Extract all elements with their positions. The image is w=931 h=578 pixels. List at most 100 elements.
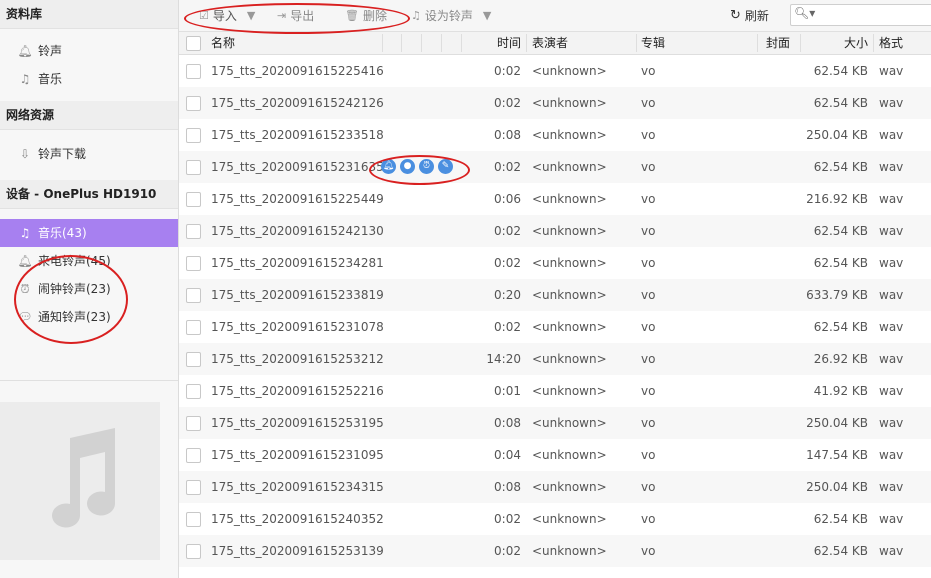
cell-format: wav xyxy=(879,352,904,366)
row-checkbox[interactable] xyxy=(186,128,201,143)
cell-album: vo xyxy=(641,512,656,526)
table-row[interactable]: 175_tts_2020091615231078 0:02 <unknown> vo 6… xyxy=(179,311,931,343)
sidebar-item-music[interactable]: ♫ 音乐 xyxy=(0,65,178,93)
cell-name: 175_tts_2020091615240352 xyxy=(211,512,384,526)
cell-time: 0:08 xyxy=(494,416,521,430)
set-ringtone-button[interactable]: ♫ 设为铃声 ▼ xyxy=(411,8,491,24)
row-checkbox[interactable] xyxy=(186,224,201,239)
cell-format: wav xyxy=(879,320,904,334)
cell-format: wav xyxy=(879,448,904,462)
row-checkbox[interactable] xyxy=(186,512,201,527)
row-checkbox[interactable] xyxy=(186,384,201,399)
table-row[interactable]: 175_tts_2020091615233819 0:20 <unknown> vo 6… xyxy=(179,279,931,311)
cell-time: 0:02 xyxy=(494,320,521,334)
cell-artist: <unknown> xyxy=(532,320,607,334)
sidebar-item-label: 通知铃声(23) xyxy=(38,310,111,324)
table-row[interactable]: 175_tts_2020091615240352 0:02 <unknown> vo 6… xyxy=(179,503,931,535)
column-header-size[interactable]: 大小 xyxy=(799,32,868,54)
table-row[interactable]: 175_tts_2020091615233518 0:08 <unknown> vo 2… xyxy=(179,119,931,151)
edit-icon[interactable]: ✎ xyxy=(438,159,453,174)
music-note-icon xyxy=(52,428,115,528)
row-checkbox[interactable] xyxy=(186,416,201,431)
table-row[interactable]: 175_tts_2020091615253139 0:02 <unknown> vo 6… xyxy=(179,535,931,567)
column-header-cover[interactable]: 封面 xyxy=(766,32,790,54)
cell-size: 62.54 KB xyxy=(813,96,868,110)
row-checkbox[interactable] xyxy=(186,64,201,79)
row-checkbox[interactable] xyxy=(186,192,201,207)
table-row[interactable]: 175_tts_2020091615252216 0:01 <unknown> vo 4… xyxy=(179,375,931,407)
music-note-icon: ♫ xyxy=(411,9,421,22)
refresh-button[interactable]: ↻ 刷新 xyxy=(730,8,769,24)
sidebar-item-ringtone-download[interactable]: ⇩ 铃声下载 xyxy=(0,140,178,168)
sidebar-item-ringtones[interactable]: 🔔︎ 铃声 xyxy=(0,37,178,65)
cell-time: 0:02 xyxy=(494,160,521,174)
cell-name: 175_tts_2020091615234281 xyxy=(211,256,384,270)
row-checkbox[interactable] xyxy=(186,160,201,175)
table-row[interactable]: 175_tts_2020091615242130 0:02 <unknown> vo 6… xyxy=(179,215,931,247)
row-checkbox[interactable] xyxy=(186,288,201,303)
chevron-down-icon[interactable]: ▼ xyxy=(247,8,255,24)
song-table: 名称 时间 表演者 专辑 封面 大小 格式 175_tts_2020091615… xyxy=(179,32,931,567)
table-row[interactable]: 175_tts_2020091615231095 0:04 <unknown> vo 1… xyxy=(179,439,931,471)
import-button[interactable]: ☑ 导入 ▼ xyxy=(199,8,255,24)
table-row[interactable]: 175_tts_2020091615242126 0:02 <unknown> vo 6… xyxy=(179,87,931,119)
cell-album: vo xyxy=(641,448,656,462)
row-checkbox[interactable] xyxy=(186,544,201,559)
table-row[interactable]: 175_tts_2020091615253212 14:20 <unknown> vo… xyxy=(179,343,931,375)
sidebar: 资料库 🔔︎ 铃声 ♫ 音乐 网络资源 ⇩ 铃声下载 设备 - OnePlus … xyxy=(0,0,179,578)
sidebar-item-alarm-ringtones[interactable]: ⏰︎ 闹钟铃声(23) xyxy=(0,275,178,303)
cell-size: 41.92 KB xyxy=(813,384,868,398)
music-note-icon: ♫ xyxy=(19,226,31,240)
import-icon: ☑ xyxy=(199,9,209,22)
cell-name: 175_tts_2020091615231095 xyxy=(211,448,384,462)
cell-size: 62.54 KB xyxy=(813,544,868,558)
cell-time: 14:20 xyxy=(486,352,521,366)
cell-size: 250.04 KB xyxy=(806,128,868,142)
sidebar-item-notification-ringtones[interactable]: 💬︎ 通知铃声(23) xyxy=(0,303,178,331)
bell-icon[interactable]: 🔔︎ xyxy=(381,159,396,174)
cell-album: vo xyxy=(641,480,656,494)
table-row[interactable]: 175_tts_2020091615253195 0:08 <unknown> vo 2… xyxy=(179,407,931,439)
chevron-down-icon[interactable]: ▼ xyxy=(483,8,491,24)
cell-size: 26.92 KB xyxy=(813,352,868,366)
column-header-artist[interactable]: 表演者 xyxy=(532,32,568,54)
row-checkbox[interactable] xyxy=(186,320,201,335)
sidebar-item-call-ringtones[interactable]: 🔔︎ 来电铃声(45) xyxy=(0,247,178,275)
row-checkbox[interactable] xyxy=(186,352,201,367)
column-header-format[interactable]: 格式 xyxy=(879,32,903,54)
column-divider xyxy=(441,34,442,52)
table-row[interactable]: 175_tts_2020091615225449 0:06 <unknown> vo 2… xyxy=(179,183,931,215)
cell-album: vo xyxy=(641,320,656,334)
cell-size: 250.04 KB xyxy=(806,416,868,430)
sidebar-item-device-music[interactable]: ♫ 音乐(43) xyxy=(0,219,178,247)
cell-name: 175_tts_2020091615234315 xyxy=(211,480,384,494)
table-row[interactable]: 175_tts_2020091615234315 0:08 <unknown> vo 2… xyxy=(179,471,931,503)
table-row[interactable]: 175_tts_2020091615231635 0:02 <unknown> vo 6… xyxy=(179,151,931,183)
delete-button[interactable]: 🗑︎ 删除 xyxy=(345,8,387,24)
download-icon: ⇩ xyxy=(19,147,31,161)
cell-format: wav xyxy=(879,192,904,206)
cell-artist: <unknown> xyxy=(532,128,607,142)
row-checkbox[interactable] xyxy=(186,448,201,463)
cell-artist: <unknown> xyxy=(532,544,607,558)
cell-format: wav xyxy=(879,64,904,78)
network-section-title: 网络资源 xyxy=(0,101,178,130)
alarm-clock-icon[interactable]: ⏰︎ xyxy=(419,159,434,174)
column-header-time[interactable]: 时间 xyxy=(459,32,521,54)
column-header-album[interactable]: 专辑 xyxy=(641,32,665,54)
table-row[interactable]: 175_tts_2020091615234281 0:02 <unknown> vo 6… xyxy=(179,247,931,279)
search-input[interactable]: 🔍︎▾ xyxy=(790,4,931,26)
cell-size: 62.54 KB xyxy=(813,512,868,526)
chat-bubble-icon[interactable]: ● xyxy=(400,159,415,174)
export-button[interactable]: ⇥ 导出 xyxy=(277,8,314,24)
table-body: 175_tts_2020091615225416 0:02 <unknown> vo 6… xyxy=(179,55,931,567)
row-checkbox[interactable] xyxy=(186,96,201,111)
search-field[interactable] xyxy=(819,6,931,24)
row-checkbox[interactable] xyxy=(186,256,201,271)
table-row[interactable]: 175_tts_2020091615225416 0:02 <unknown> vo 6… xyxy=(179,55,931,87)
column-divider xyxy=(800,34,801,52)
column-header-name[interactable]: 名称 xyxy=(211,32,235,54)
cell-size: 62.54 KB xyxy=(813,256,868,270)
select-all-checkbox[interactable] xyxy=(186,36,201,51)
row-checkbox[interactable] xyxy=(186,480,201,495)
